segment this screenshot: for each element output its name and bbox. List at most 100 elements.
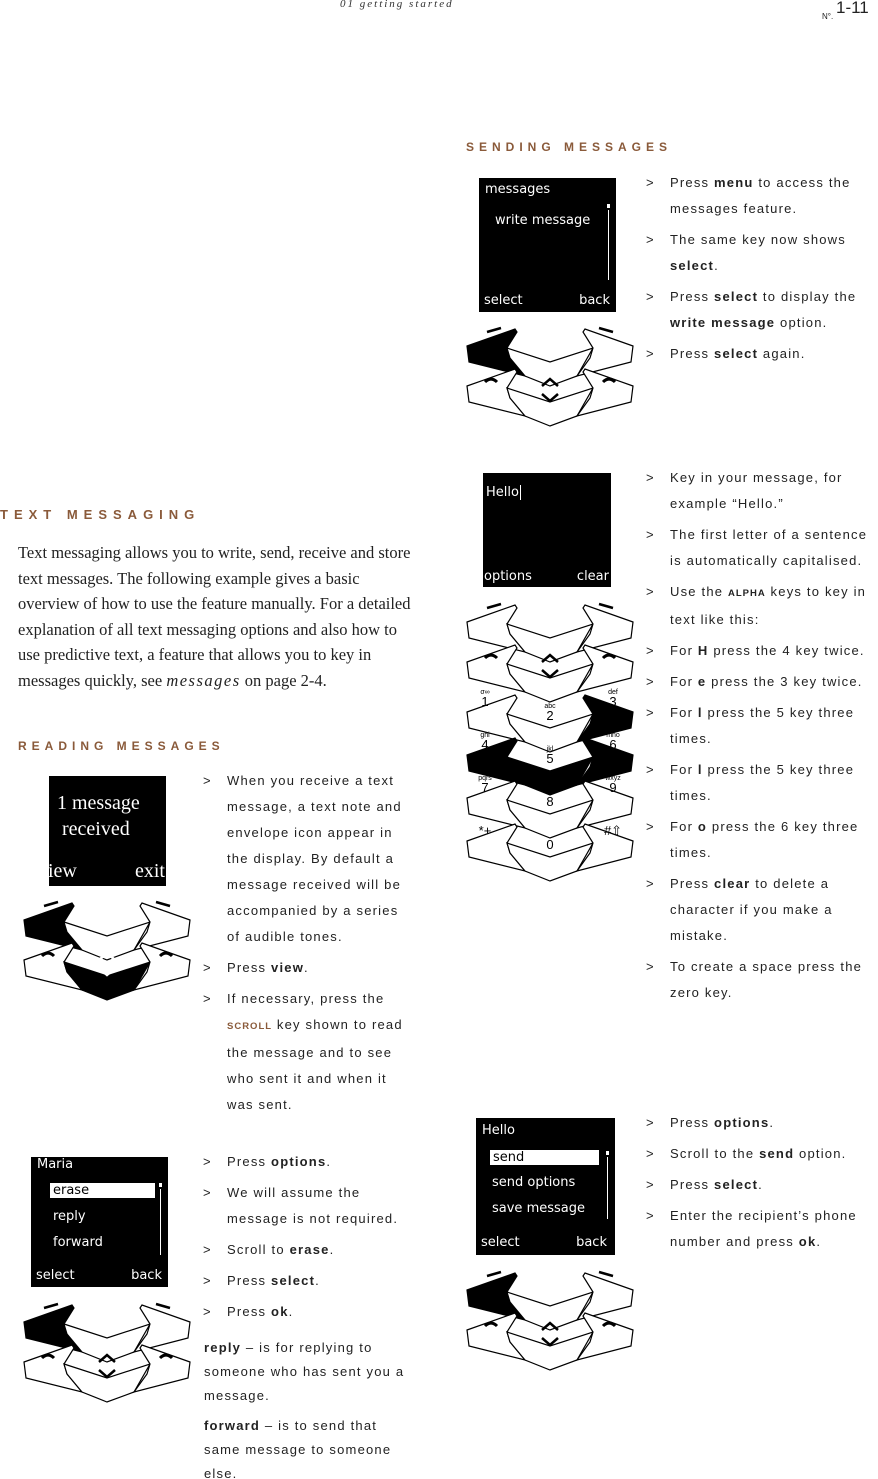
softkey-right-dash-icon[interactable] [598, 326, 614, 334]
nav-row-center-key[interactable] [506, 662, 595, 703]
menu-item-send-options[interactable]: send options [492, 1175, 575, 1190]
step-item: The first letter of a sentence is automa… [646, 522, 868, 574]
step-text: For [670, 705, 698, 720]
step-text: . [714, 258, 719, 273]
erase-steps: Press options. We will assume the message… [203, 1149, 413, 1330]
step-keyword: select [670, 258, 715, 273]
softkey-right: back [131, 1268, 162, 1283]
step-text: Use the [670, 584, 729, 599]
menu-item-erase[interactable]: erase [50, 1183, 155, 1198]
step-keyword: menu [714, 175, 754, 190]
step-item: Press select. [646, 1172, 868, 1198]
step-text: For [670, 762, 698, 777]
softkey-right: exit [135, 860, 165, 882]
step-item: Press select. [203, 1268, 413, 1294]
scrollbar [606, 1151, 609, 1219]
scrollbar [159, 1183, 162, 1255]
softkey-left-dash-icon[interactable] [486, 1270, 502, 1278]
step-keyword: ALPHA [728, 588, 766, 599]
manual-page: { "header":{"section":"01 getting starte… [0, 0, 878, 1479]
softkey-right-dash-icon[interactable] [155, 900, 171, 908]
step-text: . [329, 1242, 335, 1257]
screen-title: Maria [37, 1157, 74, 1172]
step-text: press the 4 key twice. [708, 643, 865, 658]
softkey-right: back [579, 293, 610, 308]
step-item: When you receive a text message, a text … [203, 768, 413, 950]
step-text: option. [794, 1146, 847, 1161]
softkey-left-dash-icon[interactable] [486, 326, 502, 334]
screen-title: Hello [482, 1123, 515, 1138]
nav-row-center-key[interactable] [506, 386, 595, 427]
softkey-left: select [484, 293, 523, 308]
step-item: We will assume the message is not requir… [203, 1180, 413, 1232]
step-item: Press ok. [203, 1299, 413, 1325]
step-text: Press [227, 1304, 272, 1319]
key-number: 5 [546, 751, 553, 766]
softkey-left-dash-icon[interactable] [43, 900, 59, 908]
step-text: The same key now shows [670, 232, 846, 247]
step-text: . [315, 1273, 320, 1288]
step-item: Scroll to the send option. [646, 1141, 868, 1167]
step-text: When you receive a text message, a text … [227, 773, 402, 944]
step-text: For [670, 643, 698, 658]
step-keyword: view [271, 960, 305, 975]
step-text: . [769, 1115, 775, 1130]
step-item: Key in your message, for example “Hello.… [646, 465, 868, 517]
step-text: Press [670, 1177, 715, 1192]
messages-link[interactable]: messages [166, 671, 240, 690]
nav-row-center-key[interactable] [63, 1362, 152, 1403]
key-number: 1 [481, 694, 488, 709]
phone-keys-send [466, 1270, 634, 1371]
step-keyword: options [271, 1154, 327, 1169]
softkey-right-dash-icon[interactable] [155, 1302, 171, 1310]
nav-row-center-key[interactable] [506, 1330, 595, 1371]
softkey-right-dash-icon[interactable] [598, 1270, 614, 1278]
step-item: For e press the 3 key twice. [646, 669, 868, 695]
compose-steps: Key in your message, for example “Hello.… [646, 465, 868, 1011]
step-text: To create a space press the zero key. [670, 959, 863, 1000]
phone-keys-erase [23, 1302, 191, 1403]
step-text: The first letter of a sentence is automa… [670, 527, 868, 568]
step-item: Use the ALPHA keys to key in text like t… [646, 579, 868, 633]
screen-line-2: received [62, 818, 130, 840]
nav-row-center-key[interactable] [63, 960, 152, 1001]
step-text: For [670, 674, 698, 689]
phone-screen-compose: Hello options clear [483, 473, 611, 587]
step-item: Press select again. [646, 341, 866, 367]
scrollbar [607, 204, 610, 280]
text-messaging-heading: TEXT MESSAGING [0, 507, 201, 522]
step-keyword: select [714, 346, 759, 361]
sending-steps: Press menu to access the messages featur… [646, 170, 866, 372]
intro-paragraph: Text messaging allows you to write, send… [18, 540, 413, 693]
step-item: For l press the 5 key three times. [646, 757, 868, 809]
menu-item-forward[interactable]: forward [53, 1235, 103, 1250]
phone-keys-compose: σ∞1 abc2def3ghi4 jkl5mno6pqrs7 tuv8wxyz9*+0… [466, 602, 634, 882]
softkey-left: view [49, 860, 77, 882]
step-item: Press menu to access the messages featur… [646, 170, 866, 222]
menu-item-save-message[interactable]: save message [492, 1201, 585, 1216]
erase-notes: reply – is for replying to someone who h… [204, 1336, 412, 1479]
reading-steps: When you receive a text message, a text … [203, 768, 413, 1123]
step-text: again. [758, 346, 806, 361]
softkey-right-dash-icon[interactable] [598, 602, 614, 610]
step-item: For H press the 4 key twice. [646, 638, 868, 664]
key-number: 6 [609, 737, 616, 752]
step-item: To create a space press the zero key. [646, 954, 868, 1006]
softkey-right: back [576, 1235, 607, 1250]
menu-item-reply[interactable]: reply [53, 1209, 86, 1224]
menu-item-send[interactable]: send [490, 1150, 599, 1165]
send-steps: Press options. Scroll to the send option.… [646, 1110, 868, 1260]
step-text: We will assume the message is not requir… [227, 1185, 399, 1226]
message-text: Hello [486, 485, 521, 500]
step-item: For l press the 5 key three times. [646, 700, 868, 752]
step-item: If necessary, press the SCROLL key shown… [203, 986, 413, 1118]
softkey-left-dash-icon[interactable] [486, 602, 502, 610]
sending-messages-heading: SENDING MESSAGES [466, 140, 673, 154]
softkey-left-dash-icon[interactable] [43, 1302, 59, 1310]
step-text: Press [670, 346, 715, 361]
step-text: Press [227, 960, 272, 975]
screen-line-1: 1 message [57, 792, 140, 814]
step-keyword: o [697, 819, 708, 834]
note-term: reply [204, 1340, 242, 1355]
step-item: Press clear to delete a character if you… [646, 871, 868, 949]
